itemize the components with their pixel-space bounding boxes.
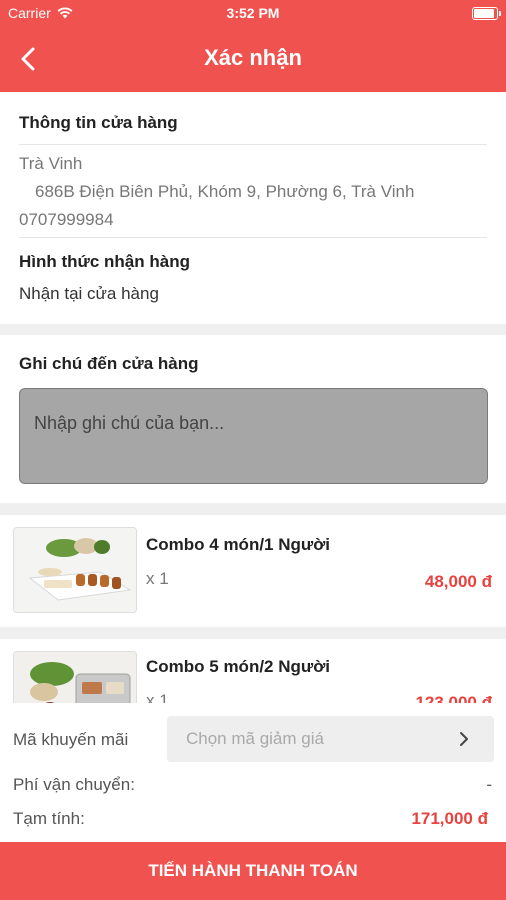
divider <box>19 237 487 238</box>
divider <box>19 144 487 145</box>
promo-placeholder: Chọn mã giảm giá <box>186 729 324 748</box>
app-header: Carrier 3:52 PM Xác nhận <box>0 0 506 92</box>
note-placeholder: Nhập ghi chú của bạn... <box>34 413 225 433</box>
note-input[interactable]: Nhập ghi chú của bạn... <box>19 388 488 484</box>
subtotal-value: 171,000 đ <box>411 809 488 828</box>
product-quantity: x 1 <box>146 569 169 588</box>
product-name: Combo 5 món/2 Người <box>146 657 331 676</box>
promo-label: Mã khuyến mãi <box>13 730 129 749</box>
section-gap <box>0 324 506 335</box>
page-title: Xác nhận <box>204 45 302 70</box>
status-time: 3:52 PM <box>226 5 280 21</box>
note-section-title: Ghi chú đến cửa hàng <box>19 354 199 373</box>
section-gap <box>0 627 506 639</box>
order-summary: Mã khuyến mãi Chọn mã giảm giá Phí vận c… <box>0 703 506 842</box>
subtotal-label: Tạm tính: <box>13 809 85 828</box>
shipping-fee-label: Phí vận chuyển: <box>13 775 135 794</box>
store-address: 686B Điện Biên Phủ, Khóm 9, Phường 6, Tr… <box>35 182 415 201</box>
status-bar: Carrier 3:52 PM <box>0 0 506 28</box>
delivery-section-title: Hình thức nhận hàng <box>19 252 190 271</box>
store-name: Trà Vinh <box>19 154 83 173</box>
product-image <box>13 527 137 613</box>
battery-icon <box>472 7 501 20</box>
chevron-right-icon <box>460 732 468 746</box>
checkout-button[interactable]: TIẾN HÀNH THANH TOÁN <box>0 842 506 900</box>
section-gap <box>0 503 506 515</box>
store-phone: 0707999984 <box>19 210 114 229</box>
store-section-title: Thông tin cửa hàng <box>19 113 178 132</box>
shipping-fee-value: - <box>486 775 492 794</box>
product-name: Combo 4 món/1 Người <box>146 535 331 554</box>
product-item[interactable]: Combo 4 món/1 Người x 1 48,000 đ <box>0 515 506 627</box>
product-price: 48,000 đ <box>424 572 492 591</box>
delivery-method: Nhận tại cửa hàng <box>19 284 159 303</box>
promo-code-select[interactable]: Chọn mã giảm giá <box>167 716 494 762</box>
